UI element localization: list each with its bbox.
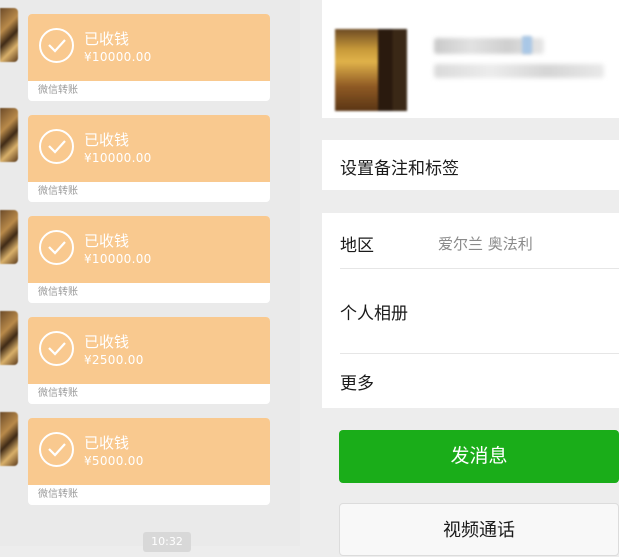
profile-avatar[interactable] xyxy=(335,29,407,111)
transfer-status: 已收钱 xyxy=(84,30,130,48)
transfer-message: 已收钱 ¥2500.00 微信转账 xyxy=(0,317,300,407)
transfer-status: 已收钱 xyxy=(84,434,130,452)
set-remark-row[interactable]: 设置备注和标签 xyxy=(322,140,619,190)
divider xyxy=(340,268,619,269)
transfer-status: 已收钱 xyxy=(84,232,130,250)
transfer-amount: ¥10000.00 xyxy=(84,252,152,266)
transfer-status: 已收钱 xyxy=(84,131,130,149)
send-message-button[interactable]: 发消息 xyxy=(339,430,619,483)
transfer-status: 已收钱 xyxy=(84,333,130,351)
transfer-bubble[interactable]: 已收钱 ¥10000.00 微信转账 xyxy=(28,216,270,303)
divider xyxy=(340,353,619,354)
chat-panel: 已收钱 ¥10000.00 微信转账 已收钱 ¥10000.00 微信转账 已收… xyxy=(0,0,300,552)
transfer-amount: ¥2500.00 xyxy=(84,353,144,367)
transfer-bubble[interactable]: 已收钱 ¥10000.00 微信转账 xyxy=(28,115,270,202)
profile-header xyxy=(322,0,619,118)
check-circle-icon xyxy=(39,230,74,265)
transfer-source: 微信转账 xyxy=(38,489,78,500)
transfer-message: 已收钱 ¥10000.00 微信转账 xyxy=(0,216,300,306)
transfer-bubble[interactable]: 已收钱 ¥2500.00 微信转账 xyxy=(28,317,270,404)
transfer-source: 微信转账 xyxy=(38,186,78,197)
set-remark-label: 设置备注和标签 xyxy=(340,159,459,179)
transfer-message: 已收钱 ¥5000.00 微信转账 xyxy=(0,418,300,508)
gender-icon xyxy=(522,36,532,54)
check-circle-icon xyxy=(39,331,74,366)
check-circle-icon xyxy=(39,432,74,467)
more-row[interactable]: 更多 xyxy=(340,369,374,394)
info-card: 地区 爱尔兰 奥法利 个人相册 更多 xyxy=(322,213,619,408)
timestamp-badge: 10:32 xyxy=(143,532,191,552)
region-label: 地区 xyxy=(340,236,374,256)
check-circle-icon xyxy=(39,28,74,63)
region-value: 爱尔兰 奥法利 xyxy=(438,235,533,253)
transfer-source: 微信转账 xyxy=(38,85,78,96)
contact-profile-panel: 设置备注和标签 地区 爱尔兰 奥法利 个人相册 更多 发消息 视频通话 xyxy=(322,0,619,556)
transfer-amount: ¥10000.00 xyxy=(84,50,152,64)
transfer-amount: ¥10000.00 xyxy=(84,151,152,165)
profile-id-redacted xyxy=(434,64,604,78)
transfer-source: 微信转账 xyxy=(38,287,78,298)
transfer-bubble[interactable]: 已收钱 ¥5000.00 微信转账 xyxy=(28,418,270,505)
transfer-source: 微信转账 xyxy=(38,388,78,399)
transfer-message: 已收钱 ¥10000.00 微信转账 xyxy=(0,14,300,104)
personal-album-row[interactable]: 个人相册 xyxy=(340,299,408,324)
video-call-button[interactable]: 视频通话 xyxy=(339,503,619,556)
transfer-amount: ¥5000.00 xyxy=(84,454,144,468)
transfer-bubble[interactable]: 已收钱 ¥10000.00 微信转账 xyxy=(28,14,270,101)
transfer-message: 已收钱 ¥10000.00 微信转账 xyxy=(0,115,300,205)
check-circle-icon xyxy=(39,129,74,164)
